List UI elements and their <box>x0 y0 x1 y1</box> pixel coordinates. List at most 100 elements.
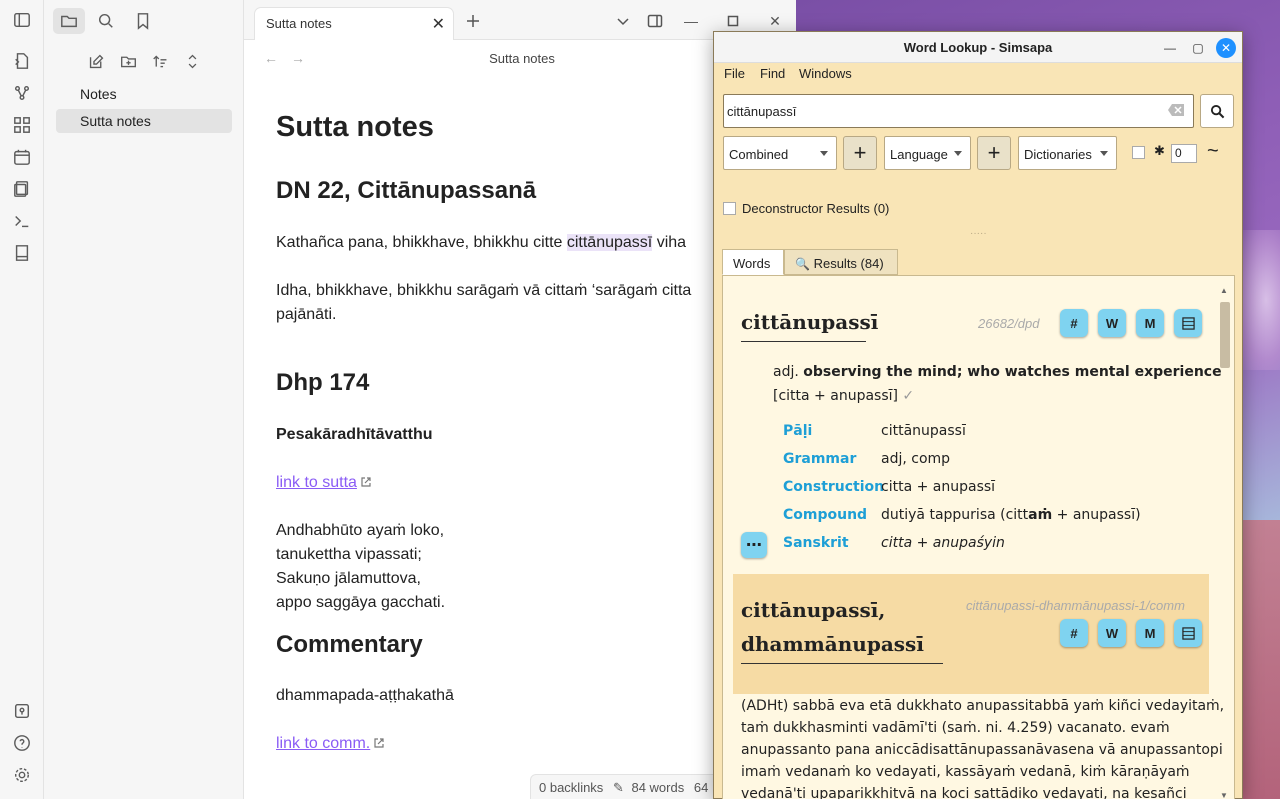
search-input[interactable]: cittānupassī <box>723 94 1194 128</box>
entry-headword: cittānupassī <box>741 310 879 334</box>
search-button[interactable] <box>1200 94 1234 128</box>
entry2-uid[interactable]: cittānupassi-dhammānupassi-1/comm <box>966 598 1185 613</box>
minimize-icon[interactable]: — <box>1160 38 1180 58</box>
note-content[interactable]: Sutta notes DN 22, Cittānupassanā Kathañ… <box>276 78 716 778</box>
dropdown-caret-icon <box>1100 151 1108 156</box>
command-palette-icon[interactable] <box>12 211 32 231</box>
maximize-icon[interactable] <box>722 10 744 32</box>
grammar-value-construction: citta + anupassī <box>881 479 996 495</box>
dictionaries-value: Dictionaries <box>1024 147 1092 162</box>
close-icon[interactable]: ✕ <box>1216 38 1236 58</box>
more-options-button[interactable]: ⋯ <box>741 532 767 558</box>
grammar-label-sanskrit: Sanskrit <box>783 535 849 551</box>
fuzzy-distance-spinbox[interactable]: 0 <box>1171 144 1197 163</box>
m-button[interactable]: M <box>1136 309 1164 337</box>
new-folder-icon[interactable] <box>116 50 140 72</box>
results-scrollbar[interactable]: ▲ ▼ <box>1218 286 1230 799</box>
m-button[interactable]: M <box>1136 619 1164 647</box>
new-tab-icon[interactable] <box>462 10 484 32</box>
link-to-comm[interactable]: link to comm. <box>276 735 370 752</box>
dictionaries-select[interactable]: Dictionaries <box>1018 136 1117 170</box>
bold-vatthu-title: Pesakāradhītāvatthu <box>276 426 433 443</box>
settings-gear-icon[interactable] <box>12 765 32 785</box>
templates-icon[interactable] <box>12 179 32 199</box>
vault-switcher-icon[interactable] <box>12 701 32 721</box>
tab-sutta-notes[interactable]: Sutta notes ✕ <box>254 7 454 40</box>
sort-order-icon[interactable] <box>148 50 172 72</box>
backlinks-count[interactable]: 0 backlinks <box>539 780 603 795</box>
new-note-icon[interactable] <box>84 50 108 72</box>
clear-text-icon[interactable] <box>1167 103 1185 117</box>
toggle-right-sidebar-icon[interactable] <box>644 10 666 32</box>
splitter-handle[interactable]: ····· <box>970 228 987 239</box>
grammar-label-grammar: Grammar <box>783 451 857 467</box>
maximize-icon[interactable]: ▢ <box>1188 38 1208 58</box>
menu-find[interactable]: Find <box>760 66 785 81</box>
close-window-icon[interactable]: ✕ <box>764 10 786 32</box>
simsapa-titlebar: Word Lookup - Simsapa — ▢ ✕ <box>714 32 1242 63</box>
grammar-value-grammar: adj, comp <box>881 451 951 467</box>
spinbox-value: 0 <box>1175 146 1182 160</box>
obsidian-window: Notes Sutta notes Sutta notes ✕ — ✕ ← → … <box>0 0 796 799</box>
commentary-line: vedanā'ti upaparikkhitvā na koci sattādi… <box>741 786 1187 799</box>
commentary-line: (ADHt) sabbā eva etā dukkhato anupassita… <box>741 698 1225 714</box>
table-icon[interactable] <box>1174 309 1202 337</box>
entry2-headword-line1: cittānupassī, <box>741 598 886 622</box>
minimize-icon[interactable]: — <box>680 10 702 32</box>
entry-uid[interactable]: 26682/dpd <box>978 316 1039 331</box>
meaning: observing the mind; who watches mental e… <box>803 364 1222 380</box>
word-results-pane: cittānupassī 26682/dpd # W M adj. observ… <box>722 275 1235 799</box>
book-icon[interactable] <box>12 243 32 263</box>
collapse-all-icon[interactable] <box>180 50 204 72</box>
deconstructor-label[interactable]: Deconstructor Results (0) <box>742 201 889 216</box>
graph-view-icon[interactable] <box>12 83 32 103</box>
option-checkbox[interactable] <box>1132 146 1145 159</box>
add-language-button[interactable]: + <box>977 136 1011 170</box>
search-icon[interactable] <box>90 8 122 34</box>
files-folder-icon[interactable] <box>53 8 85 34</box>
sutta-link-line: link to sutta <box>276 471 372 495</box>
canvas-icon[interactable] <box>12 115 32 135</box>
w-button[interactable]: W <box>1098 619 1126 647</box>
left-ribbon <box>0 0 44 799</box>
verse-line-4: appo saggāya gacchati. <box>276 594 446 611</box>
compound-text-post: + anupassī) <box>1052 507 1141 523</box>
tab-list-chevron-down-icon[interactable] <box>612 10 634 32</box>
heading-dn22: DN 22, Cittānupassanā <box>276 177 537 204</box>
search-mode-select[interactable]: Combined <box>723 136 837 170</box>
menu-file[interactable]: File <box>724 66 745 81</box>
edit-pencil-icon[interactable]: ✎ <box>613 780 624 795</box>
w-button[interactable]: W <box>1098 309 1126 337</box>
scroll-up-arrow-icon[interactable]: ▲ <box>1220 286 1228 295</box>
verse-line-3: Sakuṇo jālamuttova, <box>276 570 421 587</box>
grammar-label-compound: Compound <box>783 507 868 523</box>
bookmarks-icon[interactable] <box>127 8 159 34</box>
table-icon[interactable] <box>1174 619 1202 647</box>
tree-item-notes[interactable]: Notes <box>56 82 232 106</box>
daily-note-icon[interactable] <box>12 147 32 167</box>
char-count: 64 <box>693 780 709 795</box>
commentary-name: dhammapada-aṭṭhakathā <box>276 687 454 704</box>
search-icon <box>1210 104 1224 118</box>
menu-windows[interactable]: Windows <box>799 66 852 81</box>
tab-words[interactable]: Words <box>722 249 784 275</box>
tree-item-sutta-notes[interactable]: Sutta notes <box>56 109 232 133</box>
tilde-regex-icon[interactable]: ~ <box>1207 140 1219 163</box>
close-tab-icon[interactable]: ✕ <box>432 14 445 34</box>
hash-button[interactable]: # <box>1060 619 1088 647</box>
add-filter-button[interactable]: + <box>843 136 877 170</box>
link-to-sutta[interactable]: link to sutta <box>276 474 357 491</box>
language-select[interactable]: Language <box>884 136 971 170</box>
construction-line: [citta + anupassī] ✓ <box>773 388 914 404</box>
headword-underline <box>741 663 943 664</box>
help-icon[interactable] <box>12 733 32 753</box>
open-quick-switcher-icon[interactable] <box>12 51 32 71</box>
entry2-headword-line2: dhammānupassī <box>741 632 924 656</box>
scroll-thumb[interactable] <box>1220 302 1230 368</box>
commentary-line: taṁ dukkhasminti vadāmī'ti (saṁ. ni. 4.2… <box>741 720 1170 736</box>
toggle-sidebar-icon[interactable] <box>12 10 32 30</box>
tab-results[interactable]: 🔍 Results (84) <box>784 249 898 275</box>
hash-button[interactable]: # <box>1060 309 1088 337</box>
scroll-down-arrow-icon[interactable]: ▼ <box>1220 791 1228 799</box>
deconstructor-checkbox[interactable] <box>723 202 736 215</box>
